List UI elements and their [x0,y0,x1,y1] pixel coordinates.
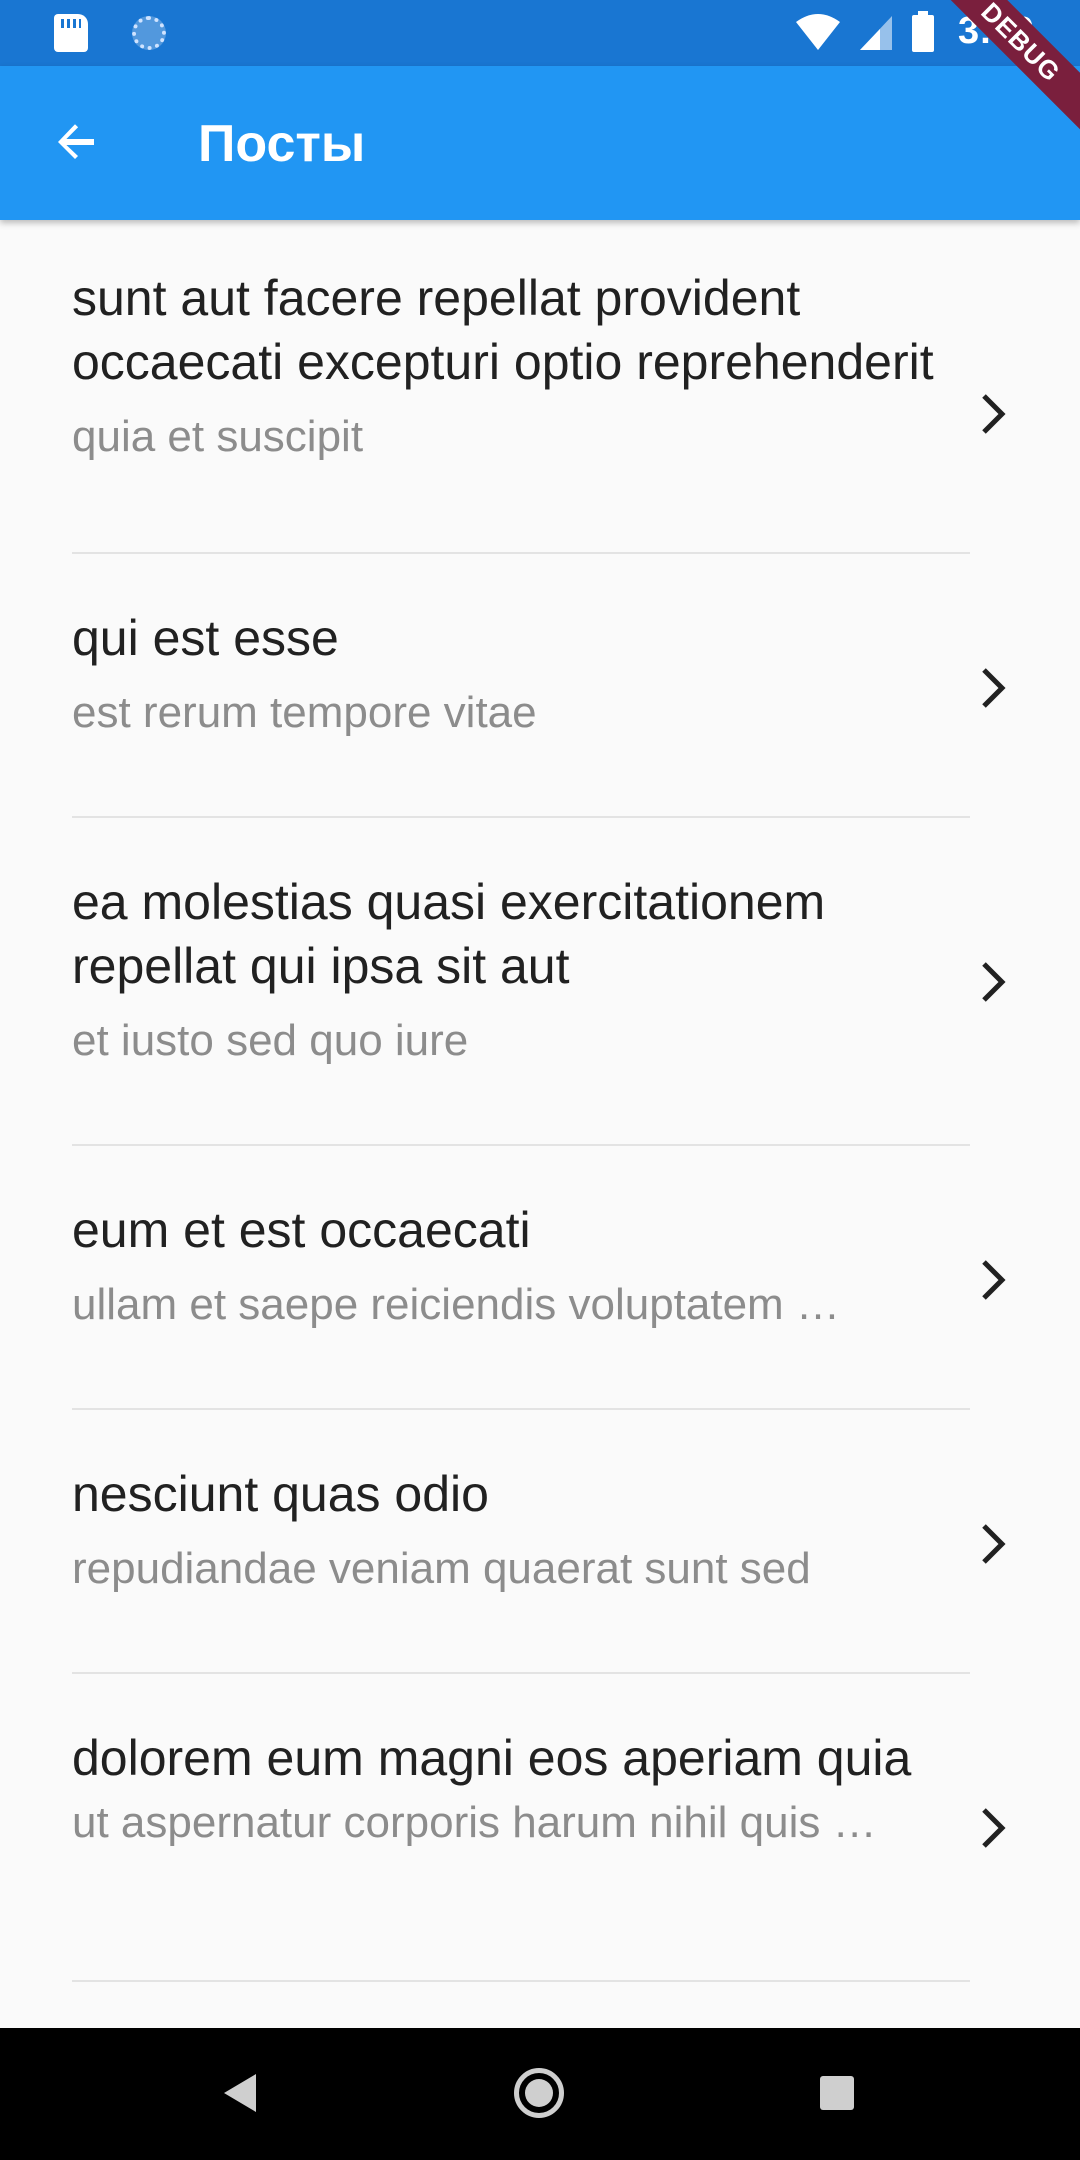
chevron-right-icon [974,952,1014,1012]
post-subtitle: quia et suscipit [72,412,364,461]
chevron-right-icon [974,1514,1014,1574]
divider [72,1144,970,1146]
list-item[interactable]: nesciunt quas odio repudiandae veniam qu… [0,1412,1080,1676]
nav-back-icon[interactable] [222,2072,258,2119]
post-title: nesciunt quas odio [72,1466,489,1522]
post-subtitle: repudiandae veniam quaerat sunt sed [72,1544,811,1593]
navigation-bar [0,2028,1080,2160]
post-title: sunt aut facere repellat provident occae… [72,270,934,390]
list-item[interactable]: eum et est occaecati ullam et saepe reic… [0,1148,1080,1412]
divider [72,552,970,554]
post-subtitle: et iusto sed quo iure [72,1016,469,1065]
sd-card-icon [54,14,88,52]
post-subtitle: ut aspernatur corporis harum nihil quis … [72,1798,877,1847]
wifi-icon [794,12,842,52]
posts-list: sunt aut facere repellat provident occae… [0,220,1080,2004]
list-item[interactable]: dolorem eum magni eos aperiam quia ut as… [0,1676,1080,2004]
back-button[interactable] [34,102,118,186]
list-item[interactable]: qui est esse est rerum tempore vitae [0,556,1080,820]
chevron-right-icon [974,658,1014,718]
sync-icon [132,16,166,50]
chevron-right-icon [974,1250,1014,1310]
battery-icon [910,10,936,53]
divider [72,1408,970,1410]
post-title: dolorem eum magni eos aperiam quia [72,1730,912,1786]
post-title: eum et est occaecati [72,1202,531,1258]
post-subtitle: ullam et saepe reiciendis voluptatem … [72,1280,840,1329]
chevron-right-icon [974,384,1014,444]
page-title: Посты [198,115,366,173]
list-item[interactable]: sunt aut facere repellat provident occae… [0,220,1080,556]
signal-icon [858,12,894,52]
arrow-back-icon [52,118,100,171]
chevron-right-icon [974,1798,1014,1858]
nav-home-icon[interactable] [514,2068,564,2118]
post-title: ea molestias quasi exercitationem repell… [72,874,826,994]
status-bar: 3:50 [0,0,1080,66]
divider [72,816,970,818]
app-bar: Посты [0,66,1080,220]
divider [72,1980,970,1982]
divider [72,1672,970,1674]
post-title: qui est esse [72,610,339,666]
post-subtitle: est rerum tempore vitae [72,688,537,737]
nav-recents-icon[interactable] [820,2076,854,2110]
list-item[interactable]: ea molestias quasi exercitationem repell… [0,820,1080,1148]
